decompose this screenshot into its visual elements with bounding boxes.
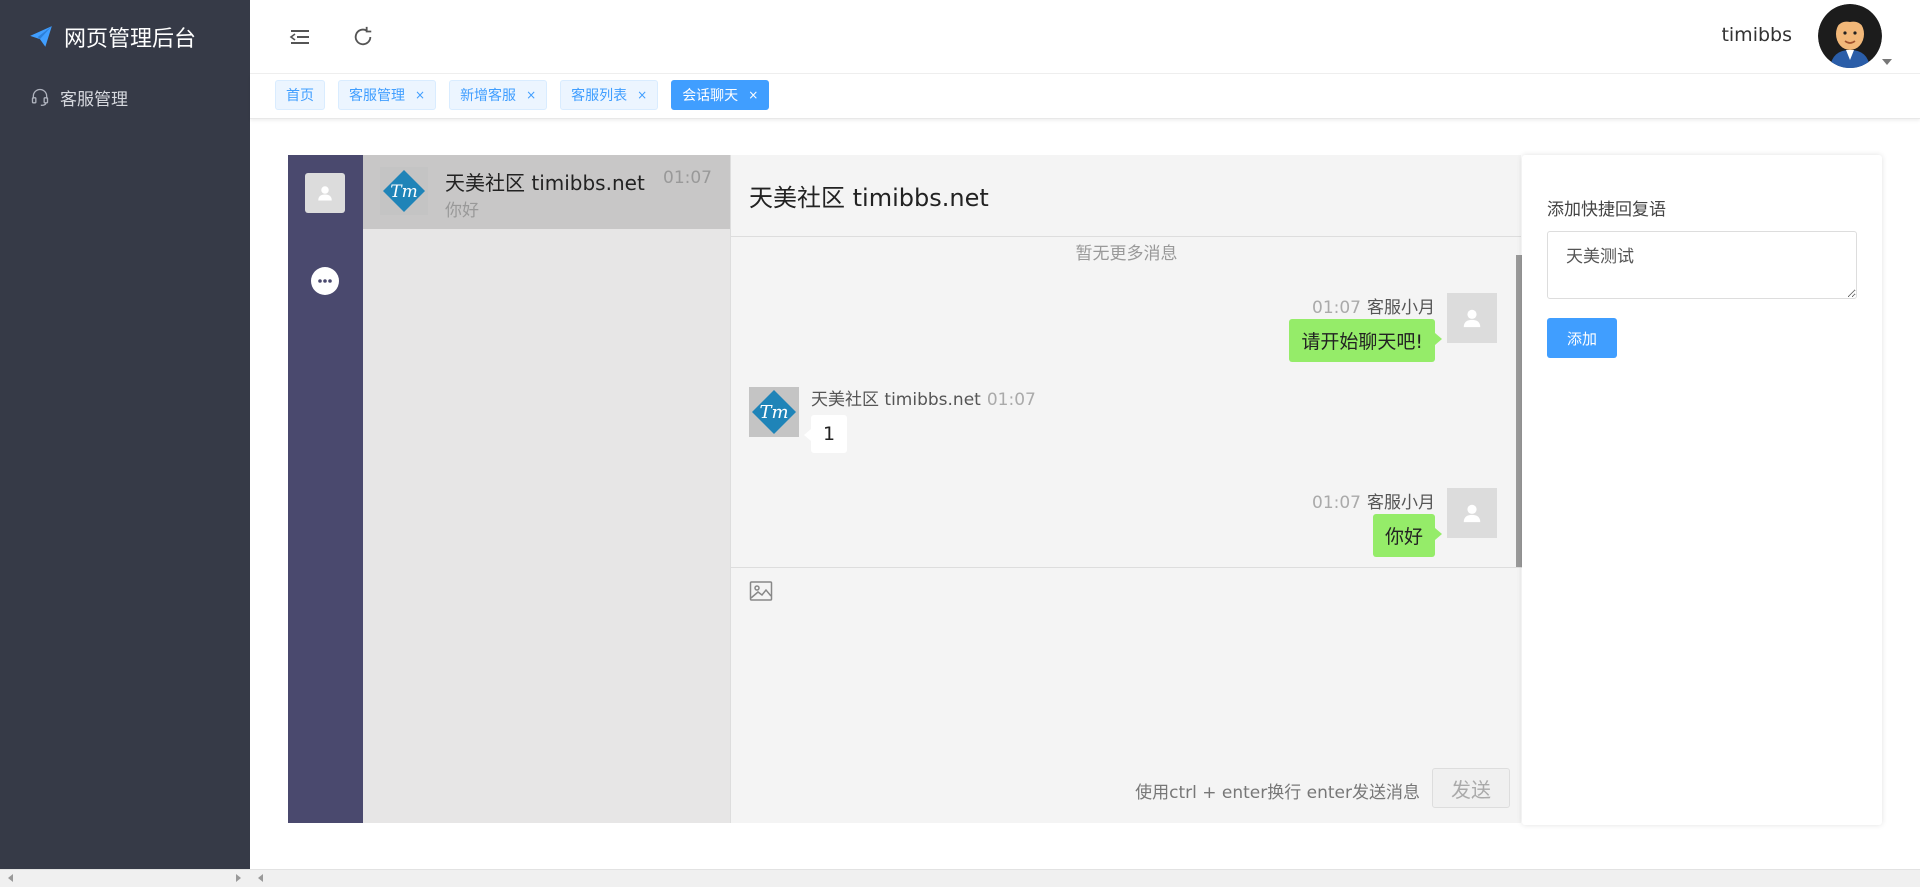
no-more-messages: 暂无更多消息 xyxy=(1075,244,1178,264)
send-button[interactable]: 发送 xyxy=(1432,768,1510,808)
tab-label: 客服列表 xyxy=(571,88,628,104)
chat-rail xyxy=(288,155,363,823)
quick-reply-title: 添加快捷回复语 xyxy=(1547,200,1666,220)
message-bubble: 1 xyxy=(803,415,848,453)
scroll-right-icon[interactable] xyxy=(236,874,241,882)
sidebar-item-customer-service[interactable]: 客服管理 xyxy=(0,73,250,121)
message-sender: 客服小月 xyxy=(1367,493,1435,513)
close-icon[interactable]: × xyxy=(415,88,425,102)
chat-main: 天美社区 timibbs.net 暂无更多消息 01:07 客服小月 请开始聊天吧… xyxy=(730,155,1522,823)
message-sender: 天美社区 timibbs.net xyxy=(811,390,981,410)
close-icon[interactable]: × xyxy=(526,88,536,102)
svg-text:Tm: Tm xyxy=(390,182,417,202)
agent-avatar xyxy=(1447,293,1497,343)
chat-bubble-icon xyxy=(312,268,338,294)
paper-plane-icon xyxy=(30,25,52,47)
user-icon xyxy=(1463,309,1481,328)
user-icon xyxy=(1463,504,1481,523)
chat-title: 天美社区 timibbs.net xyxy=(731,155,1521,237)
visitor-avatar: Tm xyxy=(749,387,799,437)
tab-chat-session[interactable]: 会话聊天 × xyxy=(671,80,770,110)
message-list: 暂无更多消息 01:07 客服小月 请开始聊天吧! Tm 天美社区 timibb… xyxy=(731,237,1522,567)
message-time: 01:07 xyxy=(1312,493,1361,513)
tab-add-agent[interactable]: 新增客服 × xyxy=(449,80,548,110)
message-time: 01:07 xyxy=(1312,298,1361,318)
tabs-bar: 首页 客服管理 × 新增客服 × 客服列表 × 会话聊天 × xyxy=(250,74,1920,119)
message-sender: 客服小月 xyxy=(1367,298,1435,318)
menu-fold-icon xyxy=(289,30,309,44)
agent-avatar xyxy=(1447,488,1497,538)
scroll-left-icon[interactable] xyxy=(8,874,13,882)
tab-label: 客服管理 xyxy=(349,88,405,104)
brand[interactable]: 网页管理后台 xyxy=(0,0,250,73)
send-hint: 使用ctrl + enter换行 enter发送消息 xyxy=(1135,783,1420,803)
tab-label: 新增客服 xyxy=(460,88,517,104)
headset-icon xyxy=(31,88,49,106)
scroll-left-icon[interactable] xyxy=(258,874,263,882)
conversation-list: Tm 天美社区 timibbs.net 01:07 你好 xyxy=(363,155,730,823)
rail-user-avatar[interactable] xyxy=(305,173,345,213)
message-meta: 01:07 客服小月 xyxy=(1312,293,1435,318)
conversation-item[interactable]: Tm 天美社区 timibbs.net 01:07 你好 xyxy=(363,155,730,229)
user-avatar[interactable] xyxy=(1818,4,1882,68)
message-time: 01:07 xyxy=(986,390,1036,410)
app-title: 网页管理后台 xyxy=(64,26,197,52)
horizontal-scrollbar[interactable] xyxy=(0,869,1920,887)
refresh-icon xyxy=(354,26,372,46)
message-bubble: 请开始聊天吧! xyxy=(1289,319,1442,362)
quick-reply-input[interactable]: 天美测试 xyxy=(1547,231,1857,299)
tab-home[interactable]: 首页 xyxy=(275,80,325,110)
quick-reply-panel: 添加快捷回复语 天美测试 添加 xyxy=(1522,155,1882,825)
header: timibbs xyxy=(250,0,1920,74)
tab-label: 会话聊天 xyxy=(682,88,739,104)
tab-list: 首页 客服管理 × 新增客服 × 客服列表 × 会话聊天 × xyxy=(275,80,770,110)
image-icon[interactable] xyxy=(749,580,773,602)
close-icon[interactable]: × xyxy=(637,88,647,102)
conversation-name: 天美社区 timibbs.net xyxy=(445,171,645,195)
menu-toggle-button[interactable] xyxy=(287,24,313,50)
chevron-down-icon[interactable] xyxy=(1882,59,1892,65)
conversation-last-message: 你好 xyxy=(445,201,479,221)
message-editor[interactable]: 使用ctrl + enter换行 enter发送消息 发送 xyxy=(731,567,1522,823)
conversation-avatar: Tm xyxy=(380,167,428,215)
username[interactable]: timibbs xyxy=(1721,24,1792,46)
close-icon[interactable]: × xyxy=(748,88,758,102)
message-meta: 01:07 客服小月 xyxy=(1312,488,1435,513)
chat-container: Tm 天美社区 timibbs.net 01:07 你好 天美社区 timibb… xyxy=(288,155,1522,823)
tab-label: 首页 xyxy=(286,88,314,104)
sidebar: 网页管理后台 客服管理 xyxy=(0,0,250,869)
conversation-time: 01:07 xyxy=(663,168,712,188)
avatar-icon xyxy=(1818,4,1882,68)
add-quick-reply-button[interactable]: 添加 xyxy=(1547,318,1617,358)
message-meta: 天美社区 timibbs.net 01:07 xyxy=(811,385,1036,410)
tab-customer-service[interactable]: 客服管理 × xyxy=(338,80,437,110)
user-icon xyxy=(318,186,332,201)
message-bubble: 你好 xyxy=(1372,514,1443,557)
svg-text:Tm: Tm xyxy=(759,402,788,423)
tab-agent-list[interactable]: 客服列表 × xyxy=(560,80,659,110)
rail-chat-button[interactable] xyxy=(311,267,339,295)
refresh-button[interactable] xyxy=(350,24,376,50)
sidebar-item-label: 客服管理 xyxy=(60,89,128,110)
